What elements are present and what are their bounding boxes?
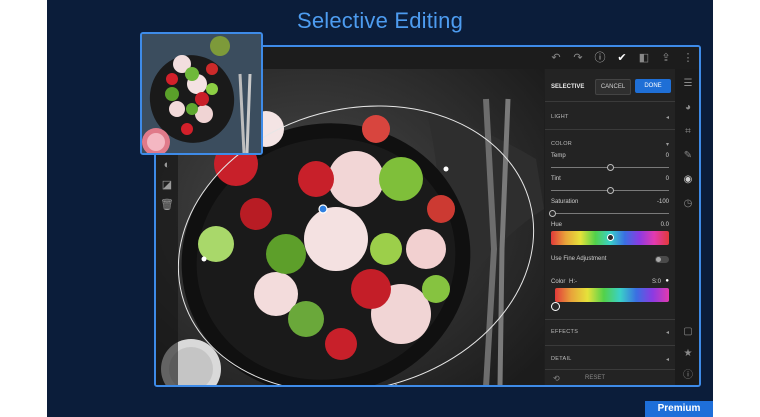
more-icon[interactable]: ⋮ [680,50,696,66]
detail-section-header[interactable]: DETAIL [551,356,572,362]
panel-divider [545,319,675,320]
presets-icon[interactable]: ◕ [681,101,695,115]
chevron-down-icon[interactable]: ▾ [666,141,669,148]
temp-slider-knob[interactable] [607,164,614,171]
hue-label: Hue [551,222,563,228]
info-icon[interactable]: ⓘ [592,50,608,66]
tint-value: 0 [665,176,669,182]
delete-icon[interactable]: 🗑 [160,198,174,212]
chevron-left-icon[interactable]: ◂ [666,329,669,336]
panel-mode-label: SELECTIVE [551,84,585,90]
panel-divider [545,101,675,102]
panel-divider [545,369,675,370]
temp-value: 0 [665,153,669,159]
saturation-label: Saturation [551,199,579,205]
gradient-tool-icon[interactable]: ◪ [160,178,174,192]
stage-background: Selective Editing ↶ ↷ ⓘ ✔ ◧ ⇪ ⋮ ◐ ◪ 🗑 SE… [47,0,713,417]
share-icon[interactable]: ⇪ [658,50,674,66]
selective-panel: SELECTIVE CANCEL DONE LIGHT ◂ COLOR ▾ Te… [545,69,675,385]
cancel-button[interactable]: CANCEL [595,79,631,95]
healing-icon[interactable]: ✎ [681,149,695,163]
sliders-icon[interactable]: ☰ [681,77,695,91]
tint-slider-knob[interactable] [607,187,614,194]
premium-badge: Premium [645,401,713,417]
check-circle-icon[interactable]: ✔ [614,50,630,66]
right-tool-rail: ☰ ◕ ⌗ ✎ ◉ ◷ ▢ ★ ⓘ [675,69,699,385]
star-icon[interactable]: ★ [681,347,695,361]
color-label: Color [551,279,566,285]
reset-button[interactable]: RESET [585,375,605,381]
page-title: Selective Editing [296,8,464,33]
hue-value: 0.0 [660,222,669,228]
color-gradient-bar[interactable] [555,288,669,302]
fine-adjust-label: Use Fine Adjustment [551,256,607,262]
hue-slider-knob[interactable] [607,234,614,241]
saturation-slider-knob[interactable] [549,210,556,217]
panel-divider [545,129,675,130]
effects-section-header[interactable]: EFFECTS [551,329,578,335]
color-h-value: H:- [569,279,577,285]
temp-label: Temp [551,153,566,159]
color-section-header[interactable]: COLOR [551,141,572,147]
color-dot-icon: ● [665,278,669,284]
color-picker-knob[interactable] [551,302,560,311]
before-thumbnail [140,32,263,155]
selective-icon[interactable]: ◉ [681,173,695,187]
reset-icon[interactable]: ⟲ [553,374,560,383]
history-icon[interactable]: ◷ [681,197,695,211]
panel-divider [545,345,675,346]
undo-icon[interactable]: ↶ [548,50,564,66]
salad-thumbnail-image [142,34,261,153]
crop-icon[interactable]: ⌗ [681,125,695,139]
chevron-left-icon[interactable]: ◂ [666,356,669,363]
compare-icon[interactable]: ◧ [636,50,652,66]
redo-icon[interactable]: ↷ [570,50,586,66]
tint-label: Tint [551,176,561,182]
light-section-header[interactable]: LIGHT [551,114,569,120]
color-s-value: S:0 [651,279,661,285]
chevron-left-icon[interactable]: ◂ [666,114,669,121]
done-button[interactable]: DONE [635,79,671,93]
brush-tool-icon[interactable]: ◐ [160,158,174,172]
info-icon[interactable]: ⓘ [681,369,695,383]
saturation-value: -100 [656,199,669,205]
saturation-slider-track[interactable] [551,213,669,214]
fine-adjust-toggle[interactable] [655,256,669,263]
comment-icon[interactable]: ▢ [681,325,695,339]
